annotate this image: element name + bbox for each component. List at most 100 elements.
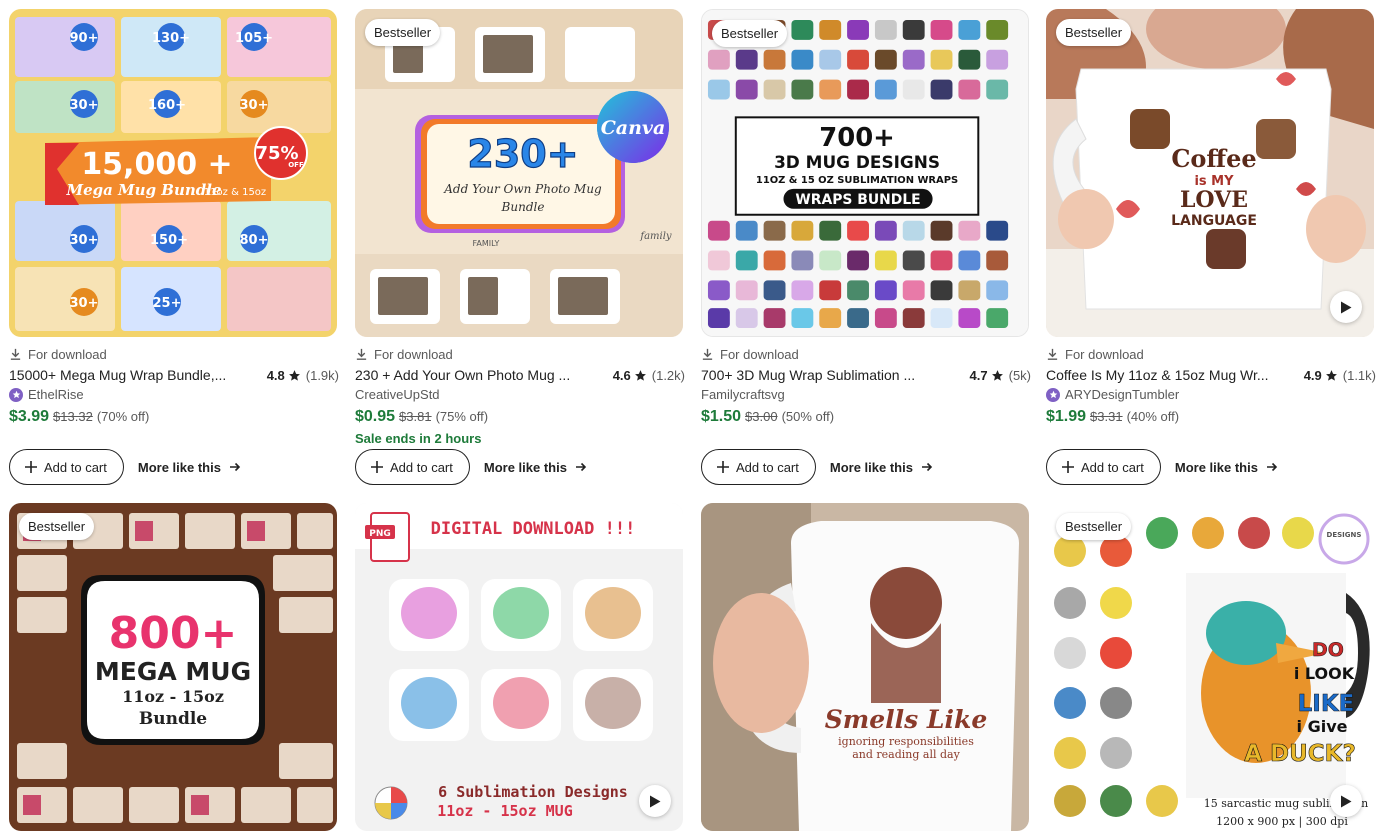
svg-text:11oz - 15oz: 11oz - 15oz bbox=[122, 687, 224, 706]
play-icon bbox=[1341, 301, 1352, 313]
tile-count: 90+ bbox=[70, 31, 99, 46]
original-price: $3.81 bbox=[399, 409, 432, 424]
bestseller-badge: Bestseller bbox=[1056, 513, 1132, 540]
listing-image[interactable]: 700+ 3D MUG DESIGNS 11OZ & 15 OZ SUBLIMA… bbox=[701, 9, 1029, 337]
sale-price: $3.99 bbox=[9, 408, 50, 425]
bestseller-badge: Bestseller bbox=[365, 19, 441, 46]
svg-text:3D MUG DESIGNS: 3D MUG DESIGNS bbox=[774, 152, 940, 172]
arrow-right-icon bbox=[229, 462, 241, 472]
svg-text:i Give: i Give bbox=[1297, 717, 1348, 736]
svg-text:Add Your Own Photo Mug: Add Your Own Photo Mug bbox=[443, 182, 602, 196]
svg-text:LOVE: LOVE bbox=[1180, 187, 1248, 213]
play-video-button[interactable] bbox=[1330, 785, 1362, 817]
listing-image[interactable]: Coffee is MY LOVE LANGUAGE Bestseller bbox=[1046, 9, 1374, 337]
svg-text:130+: 130+ bbox=[152, 31, 190, 46]
svg-text:i LOOK: i LOOK bbox=[1294, 664, 1355, 683]
bundle-headline: 15,000 + bbox=[81, 147, 232, 182]
svg-text:LANGUAGE: LANGUAGE bbox=[1171, 213, 1257, 229]
svg-text:30+: 30+ bbox=[70, 98, 99, 113]
svg-text:Bundle: Bundle bbox=[139, 709, 207, 729]
more-like-this-link[interactable]: More like this bbox=[830, 460, 933, 475]
sarcastic-duck-mug-artwork: DESIGNS DO i LOOK LIKE i Give A DUCK? 15… bbox=[1046, 503, 1374, 831]
listing-card[interactable]: 230+ Add Your Own Photo Mug Bundle Canva… bbox=[355, 9, 685, 485]
shop-name[interactable]: ARYDesignTumbler bbox=[1046, 385, 1376, 404]
shop-name[interactable]: Familycraftsvg bbox=[701, 385, 1031, 404]
listing-card[interactable]: Smells Like ignoring responsibilities an… bbox=[701, 503, 1031, 831]
price-row: $0.95 $3.81 (75% off) bbox=[355, 408, 685, 430]
play-video-button[interactable] bbox=[1330, 291, 1362, 323]
sale-price: $0.95 bbox=[355, 408, 396, 425]
bundle-headline: 230+ bbox=[467, 132, 578, 176]
mug-text-smells-like: Smells Like bbox=[825, 705, 988, 734]
listing-image[interactable]: DIGITAL DOWNLOAD !!! PNG 6 Sublimation D… bbox=[355, 503, 683, 831]
svg-text:Bundle: Bundle bbox=[501, 200, 545, 214]
shop-name[interactable]: CreativeUpStd bbox=[355, 385, 685, 404]
play-icon bbox=[650, 795, 661, 807]
add-to-cart-button[interactable]: Add to cart bbox=[9, 449, 124, 485]
listing-card[interactable]: 800+ MEGA MUG 11oz - 15oz Bundle Bestsel… bbox=[9, 503, 339, 831]
rating: 4.6 (1.2k) bbox=[612, 367, 685, 383]
svg-text:80+: 80+ bbox=[240, 233, 269, 248]
price-row: $1.99 $3.31 (40% off) bbox=[1046, 408, 1376, 430]
plus-icon bbox=[371, 461, 383, 473]
svg-text:MEGA MUG: MEGA MUG bbox=[95, 657, 251, 686]
star-icon bbox=[991, 369, 1003, 381]
arrow-right-icon bbox=[575, 462, 587, 472]
listing-image[interactable]: Smells Like ignoring responsibilities an… bbox=[701, 503, 1029, 831]
download-icon bbox=[356, 348, 367, 360]
svg-text:OFF: OFF bbox=[288, 161, 304, 169]
svg-text:160+: 160+ bbox=[148, 98, 186, 113]
listing-title[interactable]: 15000+ Mega Mug Wrap Bundle,... bbox=[9, 367, 226, 383]
download-icon bbox=[702, 348, 713, 360]
plus-icon bbox=[717, 461, 729, 473]
original-price: $3.31 bbox=[1090, 409, 1123, 424]
star-icon bbox=[634, 369, 646, 381]
listing-image[interactable]: 90+ 130+ 105+ 30+ 160+ 30+ 30+ 150+ 80+ … bbox=[9, 9, 337, 337]
svg-text:LIKE: LIKE bbox=[1298, 691, 1355, 717]
add-to-cart-button[interactable]: Add to cart bbox=[701, 449, 816, 485]
download-icon bbox=[10, 348, 21, 360]
price-row: $1.50 $3.00 (50% off) bbox=[701, 408, 1031, 430]
star-seller-icon bbox=[1046, 387, 1060, 402]
listing-card[interactable]: Coffee is MY LOVE LANGUAGE Bestseller Fo… bbox=[1046, 9, 1376, 485]
listing-card[interactable]: DIGITAL DOWNLOAD !!! PNG 6 Sublimation D… bbox=[355, 503, 685, 831]
listing-card[interactable]: DESIGNS DO i LOOK LIKE i Give A DUCK? 15… bbox=[1046, 503, 1376, 831]
designs-logo: DESIGNS bbox=[1327, 531, 1362, 539]
more-like-this-link[interactable]: More like this bbox=[138, 460, 241, 475]
more-like-this-link[interactable]: More like this bbox=[484, 460, 587, 475]
svg-text:and reading all day: and reading all day bbox=[852, 748, 960, 761]
rating: 4.9 (1.1k) bbox=[1303, 367, 1376, 383]
price-row: $3.99 $13.32 (70% off) bbox=[9, 408, 339, 430]
listing-title[interactable]: Coffee Is My 11oz & 15oz Mug Wr... bbox=[1046, 367, 1269, 383]
shop-name[interactable]: EthelRise bbox=[9, 385, 339, 404]
listing-image[interactable]: 230+ Add Your Own Photo Mug Bundle Canva… bbox=[355, 9, 683, 337]
svg-text:11oz & 15oz: 11oz & 15oz bbox=[204, 187, 266, 198]
star-icon bbox=[288, 369, 300, 381]
sale-ends-note: Sale ends in 2 hours bbox=[355, 431, 482, 446]
download-icon bbox=[1047, 348, 1058, 360]
add-to-cart-button[interactable]: Add to cart bbox=[1046, 449, 1161, 485]
more-like-this-link[interactable]: More like this bbox=[1175, 460, 1278, 475]
star-icon bbox=[1325, 369, 1337, 381]
listing-image[interactable]: 800+ MEGA MUG 11oz - 15oz Bundle Bestsel… bbox=[9, 503, 337, 831]
listing-card[interactable]: 90+ 130+ 105+ 30+ 160+ 30+ 30+ 150+ 80+ … bbox=[9, 9, 339, 485]
svg-text:105+: 105+ bbox=[235, 31, 273, 46]
listing-card[interactable]: 700+ 3D MUG DESIGNS 11OZ & 15 OZ SUBLIMA… bbox=[701, 9, 1031, 485]
plus-icon bbox=[1062, 461, 1074, 473]
svg-text:family: family bbox=[639, 231, 672, 242]
bestseller-badge: Bestseller bbox=[1056, 19, 1132, 46]
listing-title[interactable]: 700+ 3D Mug Wrap Sublimation ... bbox=[701, 367, 915, 383]
mug-text-do: DO bbox=[1312, 639, 1344, 661]
listing-title[interactable]: 230 + Add Your Own Photo Mug ... bbox=[355, 367, 570, 383]
sale-price: $1.50 bbox=[701, 408, 742, 425]
add-to-cart-button[interactable]: Add to cart bbox=[355, 449, 470, 485]
download-label: For download bbox=[701, 345, 1031, 363]
mug-text-coffee: Coffee bbox=[1171, 144, 1256, 173]
svg-text:11oz - 15oz MUG: 11oz - 15oz MUG bbox=[437, 802, 572, 820]
bunny-mug-designs-artwork: DIGITAL DOWNLOAD !!! PNG 6 Sublimation D… bbox=[355, 503, 683, 831]
star-seller-icon bbox=[9, 387, 23, 402]
listing-image[interactable]: DESIGNS DO i LOOK LIKE i Give A DUCK? 15… bbox=[1046, 503, 1374, 831]
rating: 4.7 (5k) bbox=[969, 367, 1031, 383]
play-video-button[interactable] bbox=[639, 785, 671, 817]
play-icon bbox=[1341, 795, 1352, 807]
